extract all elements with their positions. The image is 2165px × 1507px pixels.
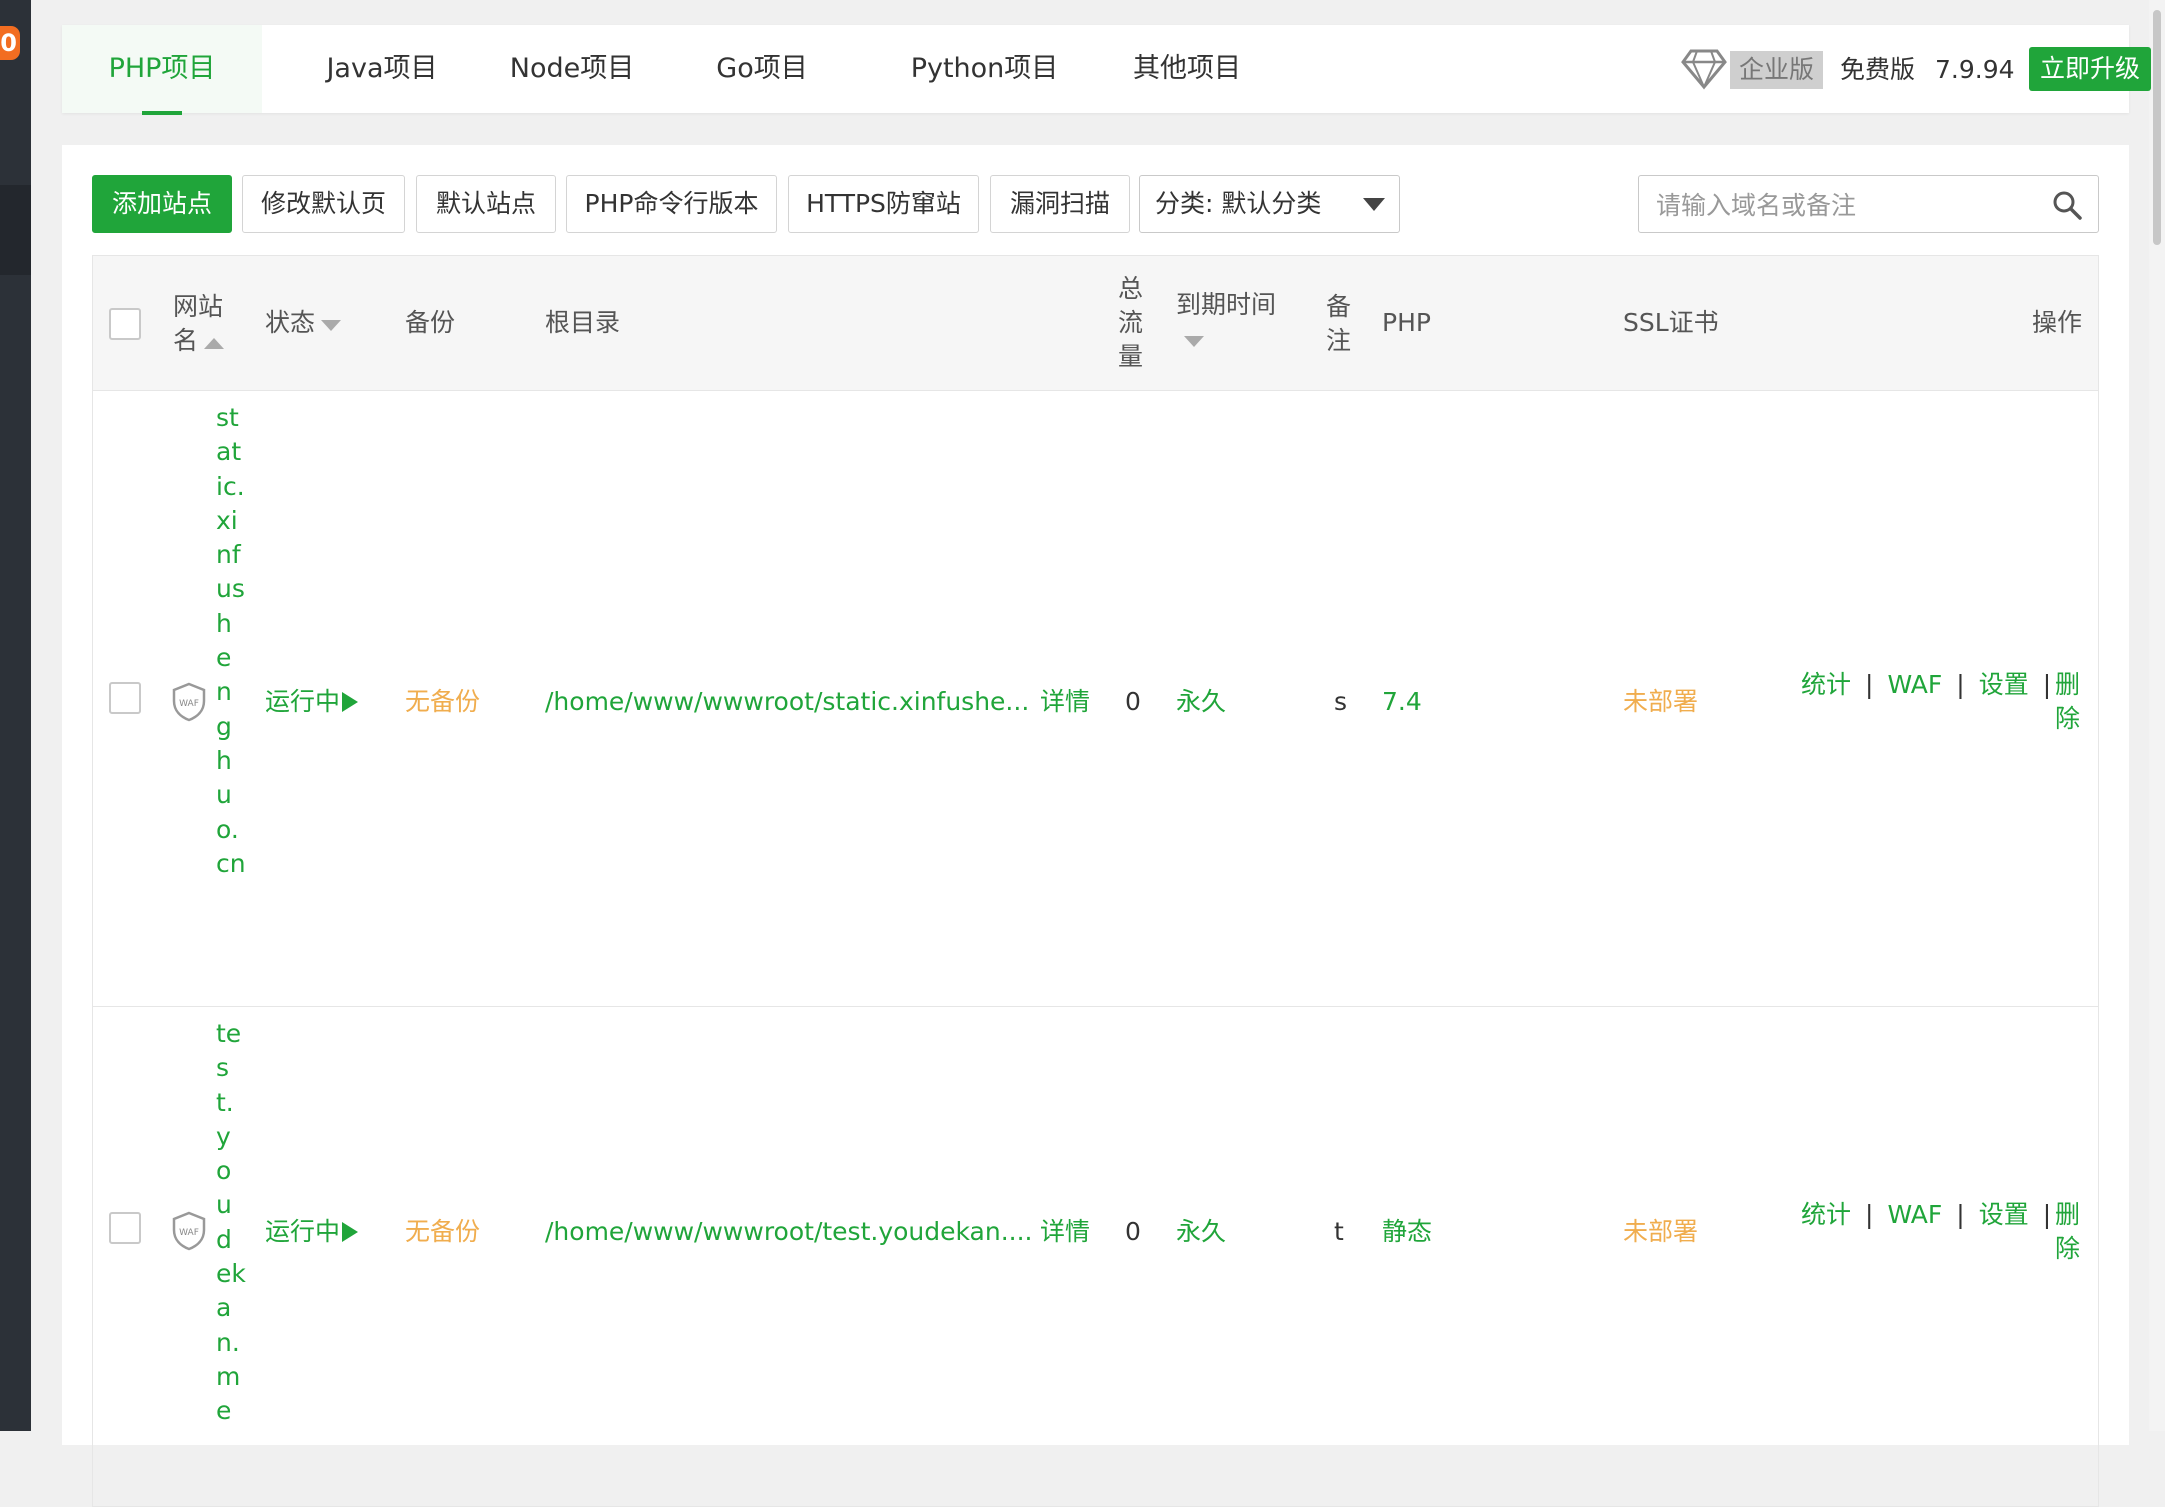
scrollbar-thumb[interactable] xyxy=(2153,10,2161,245)
column-expire-time[interactable]: 到期时间 xyxy=(1176,288,1286,356)
column-actions: 操作 xyxy=(2032,308,2083,337)
category-select-value: 分类: 默认分类 xyxy=(1155,189,1322,218)
sidebar-active-band xyxy=(0,185,31,275)
default-site-button[interactable]: 默认站点 xyxy=(416,175,556,233)
tab-php-project[interactable]: PHP项目 xyxy=(62,25,262,115)
traffic-value: 0 xyxy=(1125,1217,1141,1246)
site-list-panel: 添加站点 修改默认页 默认站点 PHP命令行版本 HTTPS防窜站 漏洞扫描 分… xyxy=(62,145,2129,1507)
column-remark: 备注 xyxy=(1326,292,1352,355)
tab-other-project[interactable]: 其他项目 xyxy=(1107,25,1267,113)
tab-node-project[interactable]: Node项目 xyxy=(487,25,657,113)
waf-link[interactable]: WAF xyxy=(1887,1200,1942,1229)
row-checkbox[interactable] xyxy=(109,682,141,714)
root-dir-link[interactable]: /home/www/wwwroot/static.xinfushe... xyxy=(545,685,1029,719)
sort-asc-icon xyxy=(204,338,225,349)
row-checkbox[interactable] xyxy=(109,1212,141,1244)
search-icon[interactable] xyxy=(2052,190,2082,220)
traffic-value: 0 xyxy=(1125,687,1141,716)
stats-link[interactable]: 统计 xyxy=(1801,670,1851,699)
category-select[interactable]: 分类: 默认分类 xyxy=(1139,175,1400,233)
stats-link[interactable]: 统计 xyxy=(1801,1200,1851,1229)
svg-text:WAF: WAF xyxy=(179,699,199,709)
enterprise-edition-label[interactable]: 企业版 xyxy=(1730,51,1823,89)
waf-shield-icon[interactable]: WAF xyxy=(171,682,207,722)
free-edition-label: 免费版 xyxy=(1840,55,1916,84)
ssl-status[interactable]: 未部署 xyxy=(1623,1215,1698,1249)
search-box[interactable] xyxy=(1638,175,2099,233)
traffic-detail-link[interactable]: 详情 xyxy=(1040,1215,1090,1249)
column-backup: 备份 xyxy=(405,308,456,337)
column-php: PHP xyxy=(1382,308,1431,337)
delete-link[interactable]: 删除 xyxy=(2055,668,2083,736)
tab-go-project[interactable]: Go项目 xyxy=(692,25,832,113)
table-row: WAF test.youdekan.me 运行中 无备份 /home/www/w… xyxy=(92,1007,2099,1507)
settings-link[interactable]: 设置 xyxy=(1979,670,2029,699)
waf-shield-icon[interactable]: WAF xyxy=(171,1211,207,1251)
play-icon xyxy=(342,1222,359,1242)
site-name-link[interactable]: static.xinfushenghuo.cn xyxy=(216,401,246,881)
https-guard-button[interactable]: HTTPS防窜站 xyxy=(788,175,979,233)
delete-link[interactable]: 删除 xyxy=(2055,1198,2083,1266)
backup-status[interactable]: 无备份 xyxy=(405,685,480,719)
sidebar: 0 xyxy=(0,0,31,1431)
search-input[interactable] xyxy=(1640,177,2038,233)
project-tabs-bar: PHP项目 Java项目 Node项目 Go项目 Python项目 其他项目 企… xyxy=(62,25,2151,115)
select-all-checkbox[interactable] xyxy=(109,308,141,340)
column-root-dir: 根目录 xyxy=(545,308,621,337)
diamond-icon xyxy=(1681,49,1727,90)
row-actions: 统计 | WAF | 设置 | xyxy=(1801,670,2052,699)
waf-link[interactable]: WAF xyxy=(1887,670,1942,699)
settings-link[interactable]: 设置 xyxy=(1979,1200,2029,1229)
site-status[interactable]: 运行中 xyxy=(265,685,359,719)
remark-value[interactable]: s xyxy=(1334,685,1347,719)
version-number: 7.9.94 xyxy=(1935,55,2015,84)
row-actions: 统计 | WAF | 设置 | xyxy=(1801,1200,2052,1229)
table-row: WAF static.xinfushenghuo.cn 运行中 无备份 /hom… xyxy=(92,391,2099,1007)
tab-java-project[interactable]: Java项目 xyxy=(297,25,467,113)
table-header: 网站名 状态 备份 根目录 总流量 到期时间 备注 PHP SSL证书 操作 xyxy=(92,255,2099,391)
php-cli-version-button[interactable]: PHP命令行版本 xyxy=(566,175,777,233)
php-version[interactable]: 7.4 xyxy=(1382,685,1422,719)
add-site-button[interactable]: 添加站点 xyxy=(92,175,232,233)
column-ssl: SSL证书 xyxy=(1623,308,1719,337)
page-scrollbar[interactable] xyxy=(2149,0,2165,1431)
column-status[interactable]: 状态 xyxy=(265,306,342,340)
upgrade-button[interactable]: 立即升级 xyxy=(2029,47,2151,91)
site-status[interactable]: 运行中 xyxy=(265,1215,359,1249)
php-version[interactable]: 静态 xyxy=(1382,1215,1432,1249)
play-icon xyxy=(342,692,359,712)
traffic-detail-link[interactable]: 详情 xyxy=(1040,685,1090,719)
sort-desc-icon xyxy=(321,320,342,331)
expire-value[interactable]: 永久 xyxy=(1176,685,1226,719)
column-total-traffic: 总流量 xyxy=(1118,274,1144,371)
ssl-status[interactable]: 未部署 xyxy=(1623,685,1698,719)
remark-value[interactable]: t xyxy=(1334,1215,1344,1249)
sort-desc-icon xyxy=(1184,336,1204,347)
tab-python-project[interactable]: Python项目 xyxy=(882,25,1087,113)
svg-text:WAF: WAF xyxy=(179,1228,199,1238)
expire-value[interactable]: 永久 xyxy=(1176,1215,1226,1249)
vuln-scan-button[interactable]: 漏洞扫描 xyxy=(990,175,1130,233)
caret-down-icon xyxy=(1363,198,1385,211)
notification-badge[interactable]: 0 xyxy=(0,26,20,60)
edit-default-page-button[interactable]: 修改默认页 xyxy=(242,175,405,233)
root-dir-link[interactable]: /home/www/wwwroot/test.youdekan.... xyxy=(545,1215,1033,1249)
backup-status[interactable]: 无备份 xyxy=(405,1215,480,1249)
column-site-name[interactable]: 网站名 xyxy=(173,290,231,358)
site-name-link[interactable]: test.youdekan.me xyxy=(216,1017,246,1429)
